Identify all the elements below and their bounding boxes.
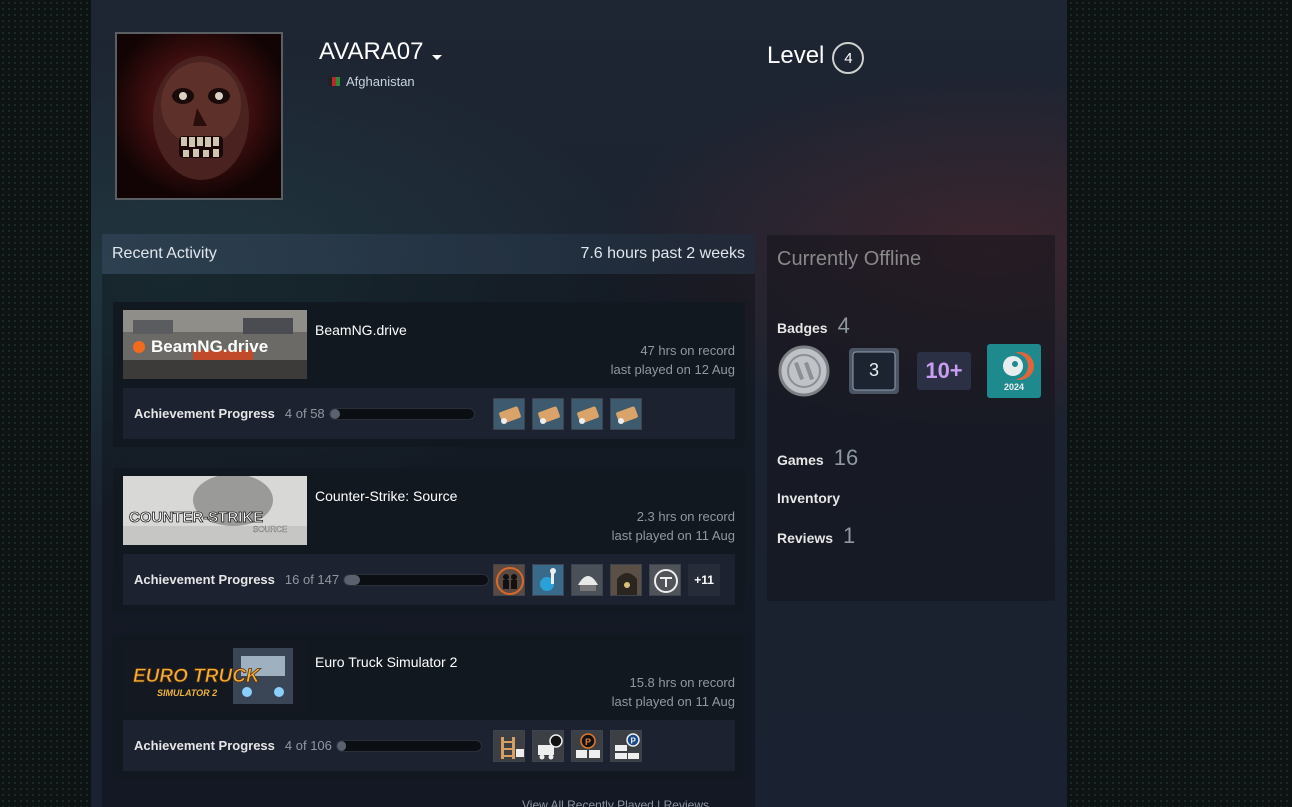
- css-capsule-image: COUNTER-STRIKE SOURCE: [123, 476, 307, 545]
- games-link[interactable]: Games 16: [777, 445, 858, 471]
- game-capsule-ets2[interactable]: EURO TRUCK SIMULATOR 2: [123, 642, 307, 711]
- crash-car-icon[interactable]: [609, 397, 642, 430]
- svg-text:P: P: [585, 737, 591, 747]
- game-row-beamng: BeamNG.drive BeamNG.drive 47 hrs on reco…: [113, 302, 745, 447]
- game-capsule-beamng[interactable]: BeamNG.drive: [123, 310, 307, 379]
- truck-parking-icon[interactable]: P: [570, 729, 603, 762]
- level-badge[interactable]: 4: [832, 42, 865, 74]
- achievement-progress[interactable]: Achievement Progress 16 of 147 +11: [123, 554, 735, 605]
- game-last-played: last played on 11 Aug: [611, 528, 735, 543]
- target-icon[interactable]: [649, 563, 682, 596]
- achievement-progress[interactable]: Achievement Progress 4 of 58: [123, 388, 735, 439]
- badges-link[interactable]: Badges 4: [777, 313, 850, 339]
- ets2-capsule-image: EURO TRUCK SIMULATOR 2: [123, 642, 307, 711]
- game-hours: 2.3 hrs on record: [636, 509, 735, 524]
- game-hours: 15.8 hrs on record: [629, 675, 735, 690]
- profile-level[interactable]: Level 4: [767, 38, 865, 74]
- online-status: Currently Offline: [777, 248, 922, 270]
- games-label[interactable]: Games: [777, 452, 824, 468]
- games-badge-icon[interactable]: 10+: [917, 344, 971, 398]
- achievement-progress-label: Achievement Progress: [134, 572, 275, 587]
- more-achievements-badge[interactable]: +11: [688, 563, 721, 596]
- crash-car-icon[interactable]: [570, 397, 603, 430]
- css-logo-subtext: SOURCE: [253, 525, 287, 534]
- achievement-progress-fill: [344, 574, 360, 585]
- game-capsule-css[interactable]: COUNTER-STRIKE SOURCE: [123, 476, 307, 545]
- country-text: Afghanistan: [346, 74, 415, 89]
- years-badge-icon[interactable]: 3: [847, 344, 901, 398]
- bomb-defuse-icon[interactable]: [532, 563, 565, 596]
- achievement-progress-bar: [335, 739, 482, 752]
- css-logo-text: COUNTER-STRIKE: [129, 509, 263, 526]
- profile-page: AVARA07 Afghanistan Level 4 Recent Activ…: [91, 0, 1067, 807]
- chevron-down-icon[interactable]: [431, 54, 442, 60]
- truck-fuel-icon[interactable]: [531, 729, 564, 762]
- profile-sidebar: Currently Offline Badges 4 3 10+ 2024 Ga…: [767, 235, 1055, 601]
- achievement-count: 4 of 106: [284, 738, 332, 753]
- games-badge-text: 10+: [925, 358, 963, 383]
- game-name[interactable]: BeamNG.drive: [315, 322, 407, 338]
- persona-name-text[interactable]: AVARA07: [319, 38, 424, 66]
- achievement-progress-bar: [328, 407, 475, 420]
- game-last-played: last played on 12 Aug: [610, 362, 735, 377]
- view-all-recently-played-link[interactable]: View All Recently Played | Reviews: [522, 798, 709, 807]
- reviews-count[interactable]: 1: [843, 523, 855, 549]
- beamng-capsule-image: BeamNG.drive: [123, 310, 307, 379]
- svg-text:P: P: [630, 736, 636, 745]
- truck-ladder-icon[interactable]: [492, 729, 525, 762]
- achievement-progress-label: Achievement Progress: [134, 738, 275, 753]
- location: Afghanistan: [328, 74, 415, 89]
- ets2-logo-subtext: SIMULATOR 2: [157, 688, 217, 698]
- reviews-label[interactable]: Reviews: [777, 530, 833, 546]
- game-name[interactable]: Euro Truck Simulator 2: [315, 654, 457, 670]
- crash-car-icon[interactable]: [531, 397, 564, 430]
- achievement-icons: [492, 397, 642, 430]
- helmet-icon[interactable]: [571, 563, 604, 596]
- badges-label[interactable]: Badges: [777, 320, 828, 336]
- inventory-link[interactable]: Inventory: [777, 490, 840, 506]
- badge-year-text: 2024: [1003, 382, 1025, 392]
- inventory-label[interactable]: Inventory: [777, 490, 840, 506]
- game-row-ets2: EURO TRUCK SIMULATOR 2 Euro Truck Simula…: [113, 634, 745, 779]
- soldiers-icon[interactable]: [493, 563, 526, 596]
- zombie-avatar-image: [117, 34, 281, 198]
- coin-badge-icon[interactable]: [777, 344, 831, 398]
- achievement-icons: +11: [493, 563, 721, 596]
- reviews-link[interactable]: Reviews 1: [777, 523, 855, 549]
- achievement-progress-bar: [343, 573, 490, 586]
- achievement-progress-fill: [329, 408, 340, 419]
- beamng-logo-text: BeamNG.drive: [151, 337, 268, 356]
- game-row-css: COUNTER-STRIKE SOURCE Counter-Strike: So…: [113, 468, 745, 613]
- game-hours: 47 hrs on record: [640, 343, 735, 358]
- steam-2024-badge-icon[interactable]: 2024: [987, 344, 1041, 398]
- achievement-icons: P P: [492, 729, 642, 762]
- achievement-count: 16 of 147: [284, 572, 340, 587]
- tunnel-icon[interactable]: [610, 563, 643, 596]
- achievement-progress[interactable]: Achievement Progress 4 of 106 P P: [123, 720, 735, 771]
- recent-activity-title: Recent Activity: [112, 245, 217, 262]
- badges-count[interactable]: 4: [838, 313, 850, 339]
- recent-activity-summary: 7.6 hours past 2 weeks: [580, 245, 745, 262]
- persona-name[interactable]: AVARA07: [319, 38, 442, 66]
- level-label: Level: [767, 42, 825, 69]
- avatar[interactable]: [115, 32, 283, 200]
- games-count[interactable]: 16: [834, 445, 858, 471]
- achievement-progress-fill: [336, 740, 346, 751]
- ets2-logo-text: EURO TRUCK: [133, 666, 261, 687]
- game-name[interactable]: Counter-Strike: Source: [315, 488, 457, 504]
- years-badge-text: 3: [868, 360, 879, 380]
- recent-activity-panel: Recent Activity 7.6 hours past 2 weeks B…: [102, 234, 755, 807]
- truck-parking-icon[interactable]: P: [609, 729, 642, 762]
- flag-icon: [328, 77, 340, 86]
- game-last-played: last played on 11 Aug: [611, 694, 735, 709]
- recent-activity-header: Recent Activity 7.6 hours past 2 weeks: [102, 234, 755, 274]
- achievement-progress-label: Achievement Progress: [134, 406, 275, 421]
- crash-car-icon[interactable]: [492, 397, 525, 430]
- achievement-count: 4 of 58: [284, 406, 325, 421]
